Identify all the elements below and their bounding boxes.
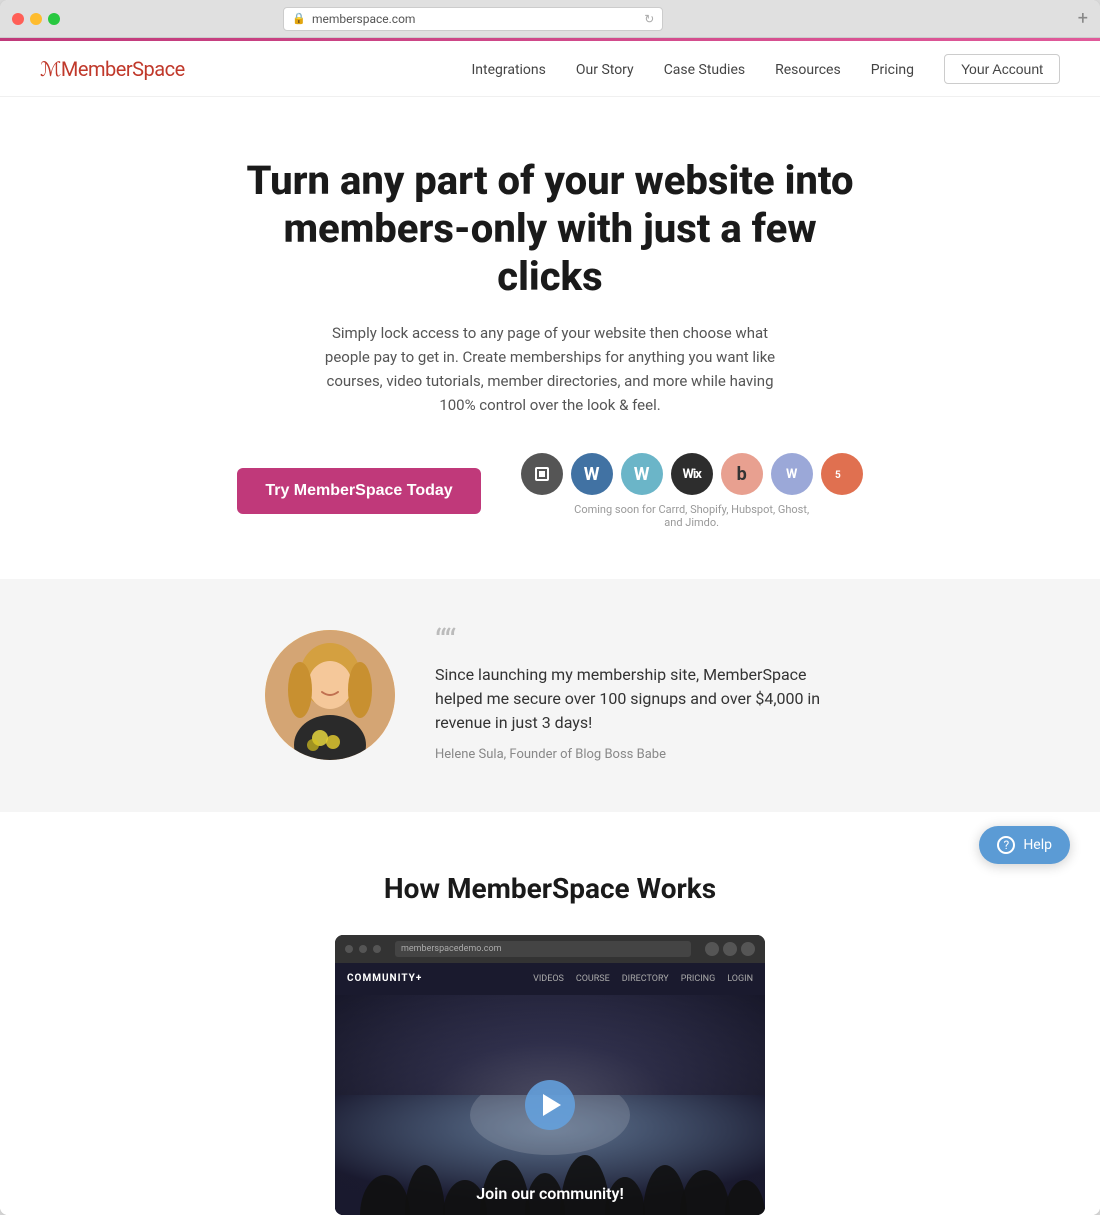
- nav-link-case-studies[interactable]: Case Studies: [664, 62, 745, 78]
- video-dot-2: [359, 945, 367, 953]
- platform-icons-group: W W Wix b W 5 Coming soon for Carrd, Sho…: [521, 453, 863, 529]
- how-it-works-section: How MemberSpace Works memberspacedemo.co…: [0, 812, 1100, 1215]
- nav-item-case-studies[interactable]: Case Studies: [664, 59, 745, 78]
- nav-link-resources[interactable]: Resources: [775, 62, 841, 78]
- refresh-icon[interactable]: ↻: [644, 12, 654, 26]
- hero-subtitle: Simply lock access to any page of your w…: [310, 321, 790, 417]
- browser-window: 🔒 memberspace.com ↻ + ℳMemberSpace Integ…: [0, 0, 1100, 1215]
- testimonial-avatar: [265, 630, 395, 760]
- video-nav-course: COURSE: [576, 974, 610, 984]
- bubble-icon: b: [721, 453, 763, 495]
- video-browser-bar: memberspacedemo.com: [335, 935, 765, 963]
- account-button[interactable]: Your Account: [944, 54, 1060, 84]
- logo-m-icon: ℳ: [40, 57, 61, 81]
- wix-icon: Wix: [671, 453, 713, 495]
- testimonial-section: ““ Since launching my membership site, M…: [0, 579, 1100, 812]
- minimize-dot[interactable]: [30, 13, 42, 25]
- close-dot[interactable]: [12, 13, 24, 25]
- cta-button[interactable]: Try MemberSpace Today: [237, 468, 480, 514]
- video-nav-login: LOGIN: [727, 974, 753, 984]
- nav-item-our-story[interactable]: Our Story: [576, 59, 634, 78]
- lock-icon: 🔒: [292, 12, 306, 25]
- testimonial-quote: Since launching my membership site, Memb…: [435, 663, 835, 735]
- help-icon-text: ?: [1003, 838, 1009, 852]
- coming-soon-text: Coming soon for Carrd, Shopify, Hubspot,…: [567, 503, 817, 529]
- help-label: Help: [1023, 837, 1052, 853]
- quote-marks: ““: [435, 629, 835, 655]
- video-icon-1: [705, 942, 719, 956]
- new-tab-button[interactable]: +: [1078, 10, 1088, 28]
- play-icon: [543, 1094, 561, 1116]
- video-dot-3: [373, 945, 381, 953]
- how-it-works-title: How MemberSpace Works: [40, 872, 1060, 905]
- video-nav-pricing: PRICING: [681, 974, 716, 984]
- video-nav-videos: VIDEOS: [533, 974, 564, 984]
- maximize-dot[interactable]: [48, 13, 60, 25]
- hero-cta-row: Try MemberSpace Today W W Wix b W 5: [40, 453, 1060, 529]
- browser-titlebar: 🔒 memberspace.com ↻ +: [0, 0, 1100, 38]
- url-text: memberspace.com: [312, 12, 416, 26]
- nav-link-pricing[interactable]: Pricing: [871, 62, 914, 78]
- video-icon-2: [723, 942, 737, 956]
- page-content: ℳMemberSpace Integrations Our Story Case…: [0, 38, 1100, 1215]
- help-icon: ?: [997, 836, 1015, 854]
- hero-section: Turn any part of your website into membe…: [0, 97, 1100, 579]
- address-bar[interactable]: 🔒 memberspace.com ↻: [283, 7, 663, 31]
- video-caption: Join our community!: [335, 1184, 765, 1203]
- platform-icons-row: W W Wix b W 5: [521, 453, 863, 495]
- video-icon-3: [741, 942, 755, 956]
- wordpress-icon: W: [571, 453, 613, 495]
- browser-dots: [12, 13, 60, 25]
- webflow-icon: W: [771, 453, 813, 495]
- hero-title: Turn any part of your website into membe…: [240, 157, 860, 301]
- nav-link-our-story[interactable]: Our Story: [576, 62, 634, 78]
- play-button[interactable]: [525, 1080, 575, 1130]
- testimonial-attribution: Helene Sula, Founder of Blog Boss Babe: [435, 747, 835, 762]
- svg-text:5: 5: [835, 470, 841, 481]
- nav-item-resources[interactable]: Resources: [775, 59, 841, 78]
- nav-item-pricing[interactable]: Pricing: [871, 59, 914, 78]
- help-button[interactable]: ? Help: [979, 826, 1070, 864]
- video-nav-items: VIDEOS COURSE DIRECTORY PRICING LOGIN: [533, 974, 753, 984]
- html5-icon: 5: [821, 453, 863, 495]
- video-thumbnail[interactable]: Join our community!: [335, 995, 765, 1215]
- main-nav: ℳMemberSpace Integrations Our Story Case…: [0, 41, 1100, 97]
- weebly-icon: W: [621, 453, 663, 495]
- video-browser-icons: [705, 942, 755, 956]
- video-nav-directory: DIRECTORY: [622, 974, 669, 984]
- video-site-nav: COMMUNITY+ VIDEOS COURSE DIRECTORY PRICI…: [335, 963, 765, 995]
- video-dot-1: [345, 945, 353, 953]
- video-url: memberspacedemo.com: [401, 944, 502, 954]
- video-brand: COMMUNITY+: [347, 973, 422, 984]
- squarespace-icon: [521, 453, 563, 495]
- nav-item-integrations[interactable]: Integrations: [471, 59, 545, 78]
- video-address-bar: memberspacedemo.com: [395, 941, 691, 957]
- video-container[interactable]: memberspacedemo.com COMMUNITY+ VIDEOS CO…: [335, 935, 765, 1215]
- nav-links: Integrations Our Story Case Studies Reso…: [471, 59, 914, 78]
- nav-link-integrations[interactable]: Integrations: [471, 62, 545, 78]
- testimonial-content: ““ Since launching my membership site, M…: [435, 629, 835, 762]
- site-logo[interactable]: ℳMemberSpace: [40, 57, 185, 81]
